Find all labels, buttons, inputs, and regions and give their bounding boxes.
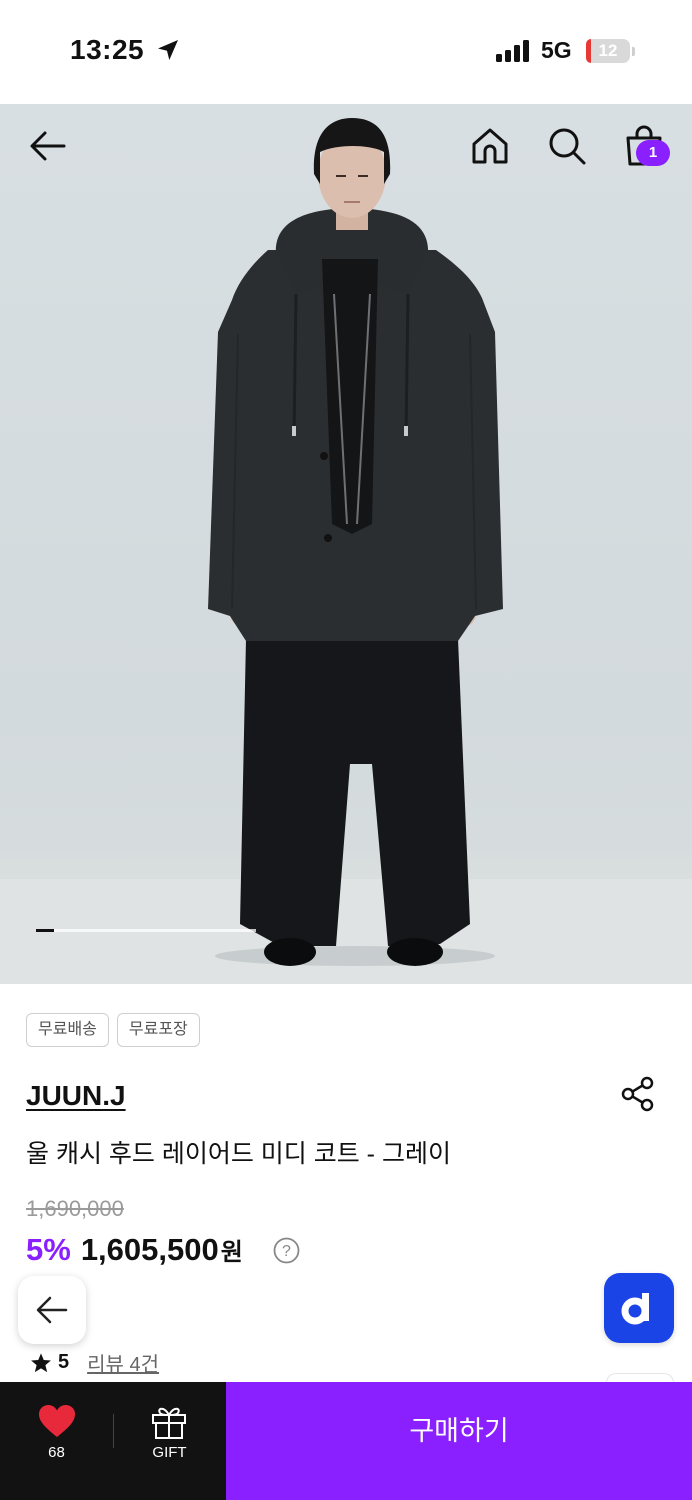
signal-icon [496, 40, 529, 62]
tag-free-wrapping: 무료포장 [116, 1013, 200, 1047]
battery-cap [632, 47, 635, 56]
product-tags: 무료배송 무료포장 [26, 1013, 200, 1047]
share-icon[interactable] [618, 1074, 658, 1114]
image-progress-fill [36, 929, 54, 932]
back-arrow-icon [36, 1296, 68, 1324]
sale-price: 1,605,500 [80, 1232, 219, 1267]
gift-label: GIFT [152, 1444, 187, 1461]
battery-level: 12 [598, 41, 618, 60]
battery-indicator: 12 [586, 39, 630, 63]
floating-back-button[interactable] [18, 1276, 86, 1344]
brand-link[interactable]: JUUN.J [26, 1080, 126, 1112]
like-count: 68 [48, 1444, 65, 1461]
bottom-action-bar: 68 GIFT 구매하기 [0, 1382, 692, 1500]
review-count-link[interactable]: 리뷰 4건 [87, 1348, 159, 1377]
original-price: 1,690,000 [26, 1196, 124, 1221]
network-label: 5G [541, 37, 572, 63]
product-image[interactable]: 1 [0, 104, 692, 984]
search-icon[interactable] [543, 122, 591, 170]
star-icon [31, 1352, 51, 1372]
product-title: 울 캐시 후드 레이어드 미디 코트 - 그레이 [26, 1140, 451, 1168]
svg-text:?: ? [282, 1243, 291, 1260]
rating-row: 5 리뷰 4건 [30, 1348, 159, 1377]
product-photo-model [0, 118, 692, 984]
image-progress-bar [36, 929, 256, 932]
help-icon[interactable]: ? [273, 1237, 300, 1264]
back-arrow-icon[interactable] [24, 122, 72, 170]
status-bar: 13:25 5G 12 [0, 0, 692, 104]
home-icon[interactable] [466, 122, 514, 170]
floating-d-button[interactable] [604, 1273, 674, 1343]
status-time: 13:25 [70, 34, 145, 65]
heart-icon [39, 1405, 75, 1437]
d-logo-icon [621, 1293, 649, 1325]
like-button[interactable]: 68 [0, 1382, 113, 1500]
rating-value: 5 [58, 1351, 70, 1373]
buy-button[interactable]: 구매하기 [226, 1382, 692, 1500]
location-arrow-icon [158, 40, 178, 60]
price-row: 5% 1,605,500 원 [26, 1232, 243, 1268]
gift-button[interactable]: GIFT [113, 1382, 226, 1500]
currency-label: 원 [220, 1239, 243, 1266]
cart-count-badge: 1 [636, 140, 670, 166]
discount-rate: 5% [26, 1232, 71, 1267]
tag-free-shipping: 무료배송 [26, 1013, 109, 1047]
gift-icon [152, 1407, 186, 1439]
